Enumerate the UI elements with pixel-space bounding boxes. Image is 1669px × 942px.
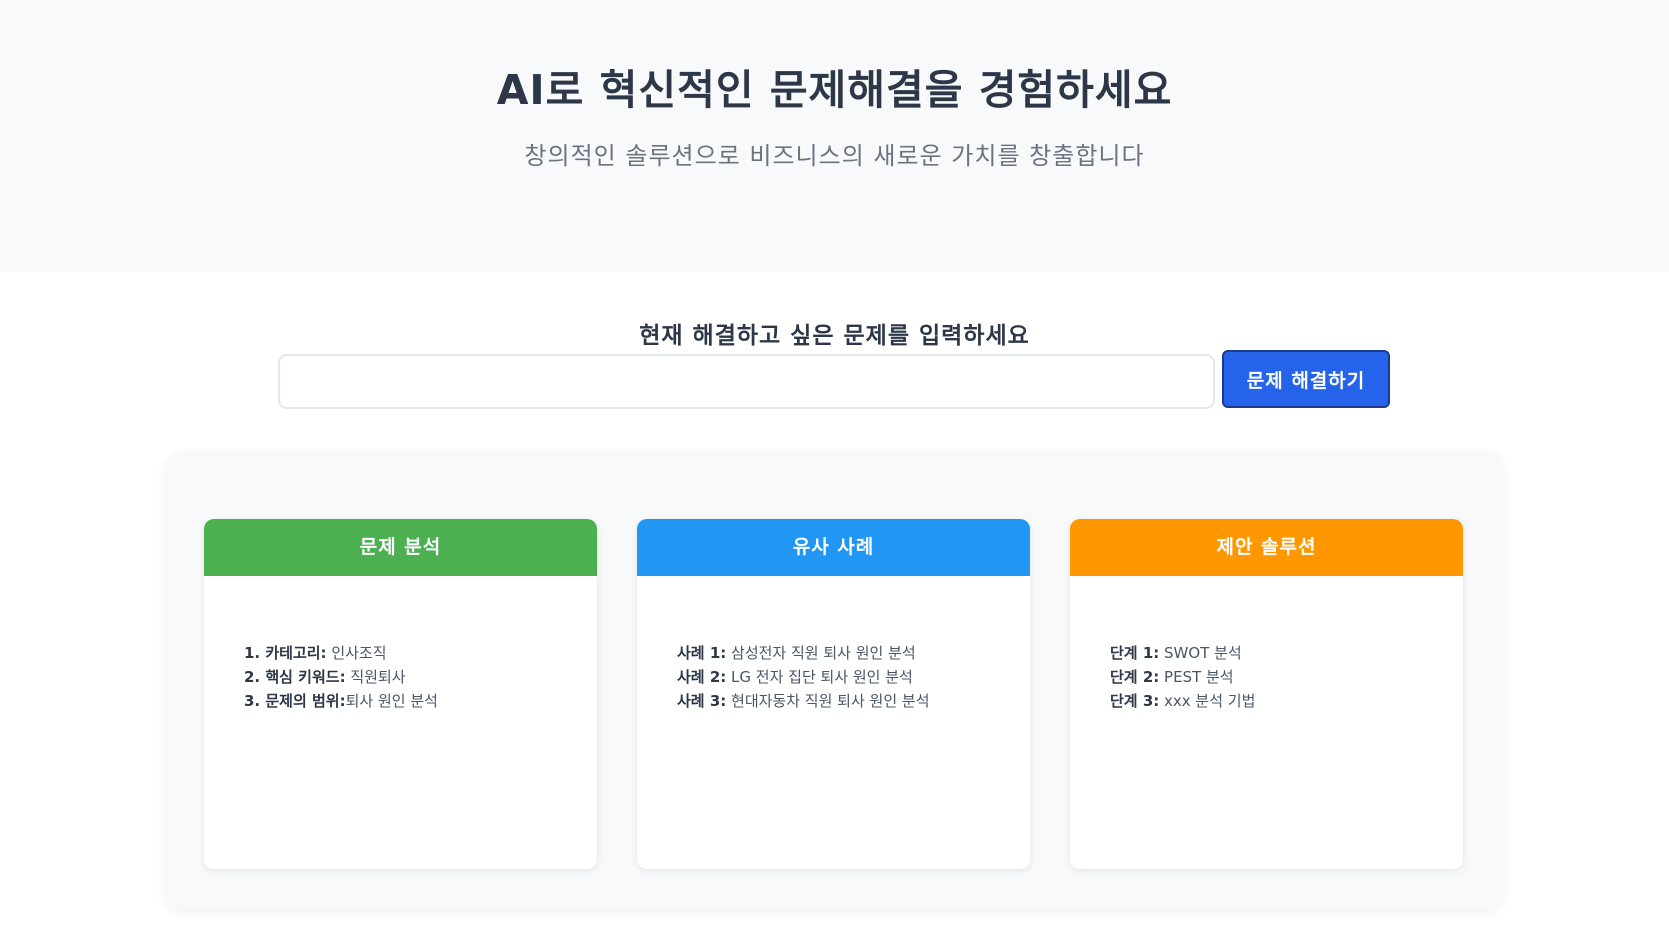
item-key: 사례 2: [677,668,727,686]
problem-input-label: 현재 해결하고 싶은 문제를 입력하세요 [639,323,1030,349]
item-key: 단계 2: [1110,668,1160,686]
list-item: 3. 문제의 범위:퇴사 원인 분석 [244,689,438,713]
list-item: 단계 2: PEST 분석 [1110,665,1255,689]
item-value: LG 전자 집단 퇴사 원인 분석 [726,668,913,686]
item-value: xxx 분석 기법 [1159,692,1256,710]
item-value: SWOT 분석 [1159,644,1242,662]
list-item: 단계 1: SWOT 분석 [1110,641,1255,665]
item-value: 직원퇴사 [345,668,406,686]
item-value: 퇴사 원인 분석 [345,692,438,710]
item-value: 인사조직 [326,644,387,662]
item-key: 3. 문제의 범위: [244,692,346,710]
problem-input[interactable] [278,354,1215,409]
card-header: 제안 솔루션 [1070,519,1463,576]
problem-analysis-card: 문제 분석 1. 카테고리: 인사조직 2. 핵심 키워드: 직원퇴사 3. 문… [204,519,597,869]
card-list: 단계 1: SWOT 분석 단계 2: PEST 분석 단계 3: xxx 분석… [1110,641,1255,713]
solve-problem-button[interactable]: 문제 해결하기 [1222,350,1390,408]
card-header: 유사 사례 [637,519,1030,576]
item-value: PEST 분석 [1159,668,1234,686]
hero-title: AI로 혁신적인 문제해결을 경험하세요 [496,66,1173,114]
hero-subtitle: 창의적인 솔루션으로 비즈니스의 새로운 가치를 창출합니다 [524,142,1145,170]
item-key: 사례 1: [677,644,727,662]
list-item: 2. 핵심 키워드: 직원퇴사 [244,665,438,689]
proposed-solution-card: 제안 솔루션 단계 1: SWOT 분석 단계 2: PEST 분석 단계 3:… [1070,519,1463,869]
item-key: 1. 카테고리: [244,644,327,662]
item-key: 단계 1: [1110,644,1160,662]
item-value: 현대자동차 직원 퇴사 원인 분석 [726,692,930,710]
card-header: 문제 분석 [204,519,597,576]
list-item: 단계 3: xxx 분석 기법 [1110,689,1255,713]
list-item: 사례 3: 현대자동차 직원 퇴사 원인 분석 [677,689,930,713]
similar-cases-card: 유사 사례 사례 1: 삼성전자 직원 퇴사 원인 분석 사례 2: LG 전자… [637,519,1030,869]
list-item: 사례 1: 삼성전자 직원 퇴사 원인 분석 [677,641,930,665]
item-key: 단계 3: [1110,692,1160,710]
item-key: 2. 핵심 키워드: [244,668,346,686]
list-item: 사례 2: LG 전자 집단 퇴사 원인 분석 [677,665,930,689]
card-list: 1. 카테고리: 인사조직 2. 핵심 키워드: 직원퇴사 3. 문제의 범위:… [244,641,438,713]
card-list: 사례 1: 삼성전자 직원 퇴사 원인 분석 사례 2: LG 전자 집단 퇴사… [677,641,930,713]
hero-section: AI로 혁신적인 문제해결을 경험하세요 창의적인 솔루션으로 비즈니스의 새로… [0,0,1669,272]
item-value: 삼성전자 직원 퇴사 원인 분석 [726,644,916,662]
item-key: 사례 3: [677,692,727,710]
list-item: 1. 카테고리: 인사조직 [244,641,438,665]
